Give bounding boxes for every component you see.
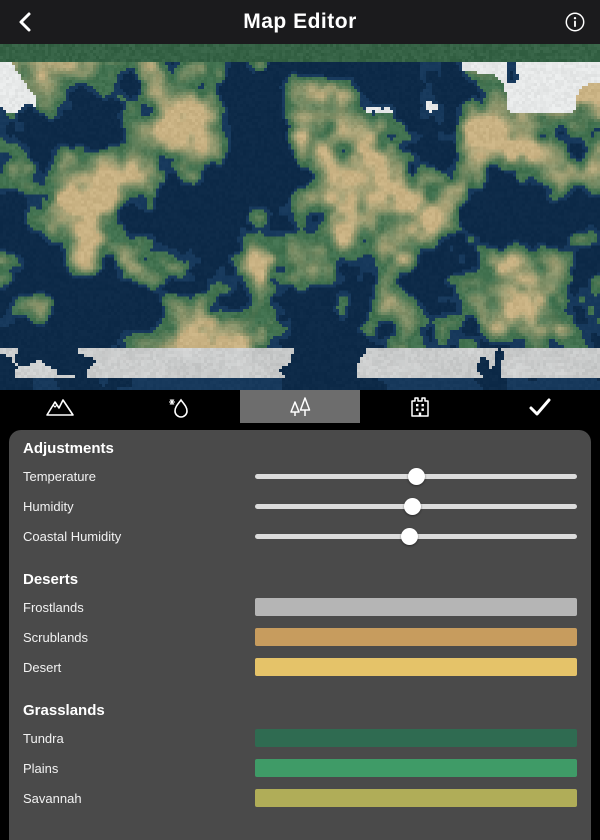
tab-confirm[interactable] <box>480 390 600 423</box>
tab-terrain[interactable] <box>0 390 120 423</box>
biome-row: Tundra <box>23 723 577 753</box>
savannah-color-swatch[interactable] <box>255 789 577 807</box>
section-adjustments: Adjustments Temperature Humidity Coastal… <box>23 440 577 551</box>
info-icon <box>564 11 586 33</box>
biome-row: Plains <box>23 753 577 783</box>
scrublands-color-swatch[interactable] <box>255 628 577 646</box>
section-heading: Grasslands <box>23 702 577 719</box>
slider-row: Humidity <box>23 491 577 521</box>
back-button[interactable] <box>14 10 38 34</box>
biome-row: Frostlands <box>23 592 577 622</box>
map-preview-container <box>0 44 600 390</box>
section-grasslands: Grasslands Tundra Plains Savannah <box>23 702 577 813</box>
mountains-icon <box>45 396 75 418</box>
tab-biomes[interactable] <box>240 390 360 423</box>
tool-tab-bar <box>0 390 600 423</box>
coastal-humidity-slider[interactable] <box>255 527 577 545</box>
biome-row: Savannah <box>23 783 577 813</box>
slider-label: Temperature <box>23 469 255 484</box>
section-heading: Deserts <box>23 571 577 588</box>
section-deserts: Deserts Frostlands Scrublands Desert <box>23 571 577 682</box>
trees-icon <box>286 395 314 419</box>
biome-label: Savannah <box>23 791 255 806</box>
page-title: Map Editor <box>0 10 600 34</box>
humidity-slider[interactable] <box>255 497 577 515</box>
chevron-left-icon <box>14 10 38 34</box>
frostlands-color-swatch[interactable] <box>255 598 577 616</box>
section-heading: Adjustments <box>23 440 577 457</box>
biome-label: Desert <box>23 660 255 675</box>
plains-color-swatch[interactable] <box>255 759 577 777</box>
tundra-color-swatch[interactable] <box>255 729 577 747</box>
biome-label: Scrublands <box>23 630 255 645</box>
city-icon <box>407 395 433 419</box>
header: Map Editor <box>0 0 600 44</box>
slider-label: Humidity <box>23 499 255 514</box>
tab-climate[interactable] <box>120 390 240 423</box>
biome-label: Tundra <box>23 731 255 746</box>
world-map[interactable] <box>0 44 600 390</box>
biome-row: Scrublands <box>23 622 577 652</box>
climate-icon <box>167 395 193 419</box>
biome-label: Plains <box>23 761 255 776</box>
temperature-slider[interactable] <box>255 467 577 485</box>
biome-row: Desert <box>23 652 577 682</box>
editor-panel[interactable]: Adjustments Temperature Humidity Coastal… <box>9 430 591 840</box>
slider-row: Temperature <box>23 461 577 491</box>
slider-row: Coastal Humidity <box>23 521 577 551</box>
biome-label: Frostlands <box>23 600 255 615</box>
desert-color-swatch[interactable] <box>255 658 577 676</box>
info-button[interactable] <box>564 11 586 33</box>
check-icon <box>527 396 553 418</box>
slider-label: Coastal Humidity <box>23 529 255 544</box>
tab-cities[interactable] <box>360 390 480 423</box>
